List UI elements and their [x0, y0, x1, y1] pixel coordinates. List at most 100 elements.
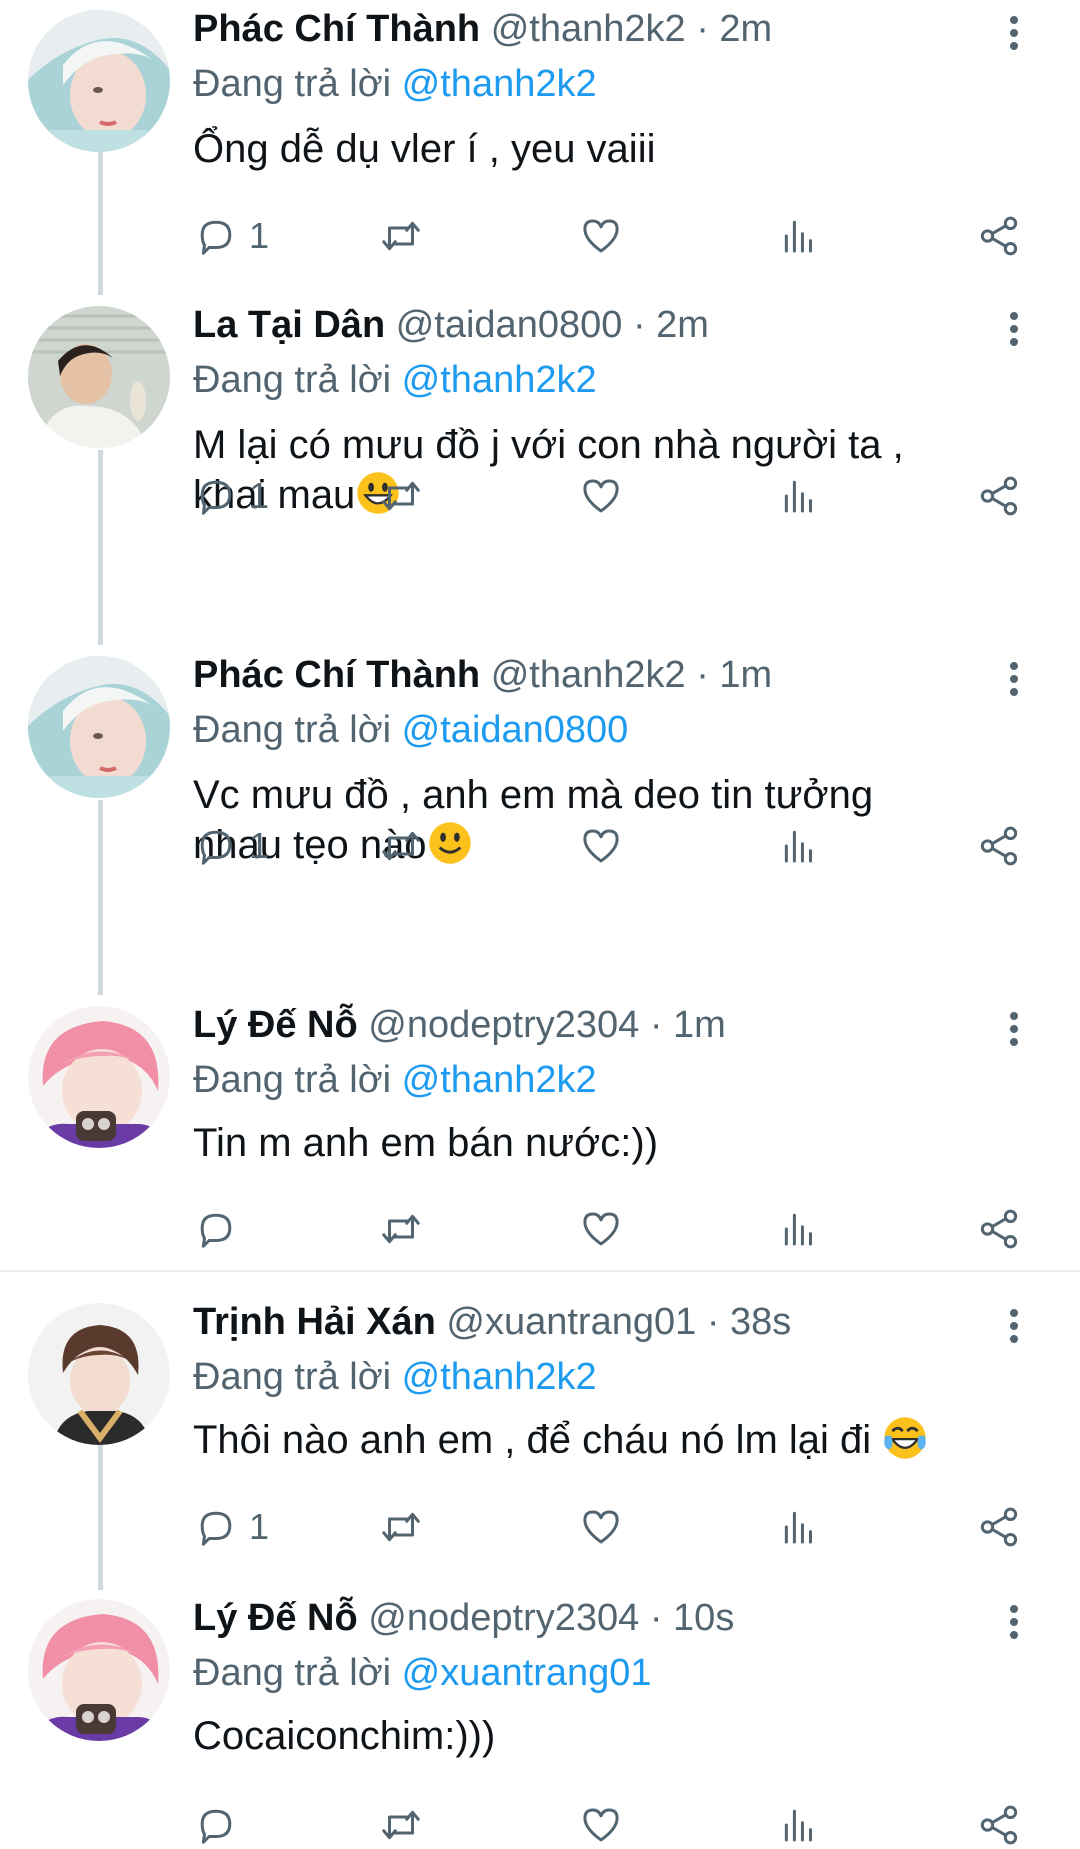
- reply-button[interactable]: 1: [193, 212, 269, 260]
- reply-mention[interactable]: @taidan0800: [402, 709, 629, 751]
- tweet-text-line: Cocaiconchim:))): [193, 1714, 496, 1758]
- timestamp[interactable]: 2m: [719, 8, 772, 50]
- timestamp[interactable]: 10s: [673, 1597, 734, 1639]
- author-name[interactable]: La Tại Dân: [193, 304, 385, 346]
- views-button[interactable]: [776, 212, 822, 260]
- author-name[interactable]: Trịnh Hải Xán: [193, 1301, 436, 1343]
- avatar[interactable]: [28, 306, 170, 448]
- reply-count: 1: [249, 825, 270, 866]
- author-handle[interactable]: @thanh2k2: [491, 654, 686, 696]
- separator-dot: ·: [696, 8, 709, 50]
- more-vertical-icon[interactable]: [1004, 1309, 1024, 1349]
- thread-line: [98, 1445, 103, 1590]
- avatar[interactable]: [28, 10, 170, 152]
- share-button[interactable]: [976, 212, 1022, 260]
- share-icon: [976, 213, 1022, 259]
- retweet-icon: [378, 823, 424, 869]
- reply-button[interactable]: 1: [193, 472, 269, 520]
- avatar-image: [28, 1599, 170, 1741]
- author-handle[interactable]: @xuantrang01: [446, 1301, 696, 1343]
- avatar[interactable]: [28, 1006, 170, 1148]
- author-handle[interactable]: @nodeptry2304: [368, 1597, 639, 1639]
- reply-count: 1: [249, 475, 270, 516]
- retweet-button[interactable]: [378, 212, 424, 260]
- reply-button[interactable]: [193, 1205, 249, 1253]
- separator-dot: ·: [632, 304, 646, 346]
- reply-icon: [193, 473, 239, 519]
- like-icon: [578, 213, 624, 259]
- views-button[interactable]: [776, 472, 822, 520]
- author-name[interactable]: Phác Chí Thành: [193, 8, 480, 50]
- thread-line: [98, 150, 103, 295]
- thread-line: [98, 800, 103, 995]
- like-button[interactable]: [578, 1503, 624, 1551]
- tweet-text-line: Vc mưu đồ , anh em mà deo tin tưởng: [193, 773, 874, 817]
- reply-button[interactable]: 1: [193, 1503, 269, 1551]
- reply-mention[interactable]: @thanh2k2: [402, 1059, 597, 1101]
- tweet-text: Ổng dễ dụ vler í , yeu vaiii: [193, 124, 1023, 174]
- views-icon: [776, 213, 822, 259]
- action-bar: 1: [193, 212, 1023, 260]
- author-handle[interactable]: @taidan0800: [396, 304, 623, 346]
- more-vertical-icon[interactable]: [1004, 662, 1024, 702]
- more-vertical-icon[interactable]: [1004, 1605, 1024, 1645]
- reply-mention[interactable]: @xuantrang01: [402, 1652, 652, 1694]
- author-name[interactable]: Lý Đế Nỗ: [193, 1597, 358, 1639]
- author-name[interactable]: Phác Chí Thành: [193, 654, 480, 696]
- reply-mention[interactable]: @thanh2k2: [402, 63, 597, 105]
- tweet-header: Phác Chí Thành @thanh2k2 · 2m: [193, 4, 772, 54]
- views-button[interactable]: [776, 1205, 822, 1253]
- author-handle[interactable]: @nodeptry2304: [368, 1004, 639, 1046]
- retweet-button[interactable]: [378, 1205, 424, 1253]
- views-icon: [776, 1504, 822, 1550]
- more-vertical-icon[interactable]: [1004, 312, 1024, 352]
- share-button[interactable]: [976, 1503, 1022, 1551]
- avatar[interactable]: [28, 656, 170, 798]
- avatar[interactable]: [28, 1303, 170, 1445]
- tweet-header: Lý Đế Nỗ @nodeptry2304 · 1m: [193, 1000, 726, 1050]
- views-button[interactable]: [776, 1503, 822, 1551]
- retweet-icon: [378, 213, 424, 259]
- reply-icon: [193, 1206, 239, 1252]
- like-button[interactable]: [578, 212, 624, 260]
- author-name[interactable]: Lý Đế Nỗ: [193, 1004, 358, 1046]
- retweet-button[interactable]: [378, 1503, 424, 1551]
- views-button[interactable]: [776, 822, 822, 870]
- reply-mention[interactable]: @thanh2k2: [402, 1356, 597, 1398]
- share-button[interactable]: [976, 822, 1022, 870]
- reply-mention[interactable]: @thanh2k2: [402, 359, 597, 401]
- replying-to: Đang trả lời @thanh2k2: [193, 356, 597, 404]
- tweet-header: Lý Đế Nỗ @nodeptry2304 · 10s: [193, 1593, 734, 1643]
- avatar-image: [28, 10, 170, 152]
- avatar-image: [28, 1006, 170, 1148]
- share-button[interactable]: [976, 1205, 1022, 1253]
- action-bar: 1: [193, 1503, 1023, 1551]
- tweet-text-line: Thôi nào anh em , để cháu nó lm lại đi: [193, 1418, 883, 1462]
- timestamp[interactable]: 1m: [673, 1004, 726, 1046]
- tweet-text: Thôi nào anh em , để cháu nó lm lại đi: [193, 1415, 1023, 1465]
- avatar-image: [28, 306, 170, 448]
- share-icon: [976, 823, 1022, 869]
- thread-line: [98, 450, 103, 645]
- tears-of-joy-emoji-icon: [884, 1417, 926, 1459]
- share-button[interactable]: [976, 472, 1022, 520]
- retweet-button[interactable]: [378, 472, 424, 520]
- like-button[interactable]: [578, 822, 624, 870]
- like-button[interactable]: [578, 472, 624, 520]
- like-icon: [578, 1206, 624, 1252]
- like-button[interactable]: [578, 1205, 624, 1253]
- reply-icon: [193, 1802, 239, 1848]
- tweet-text-line: Tin m anh em bán nước:)): [193, 1121, 659, 1165]
- avatar[interactable]: [28, 1599, 170, 1741]
- timestamp[interactable]: 2m: [656, 304, 709, 346]
- retweet-button[interactable]: [378, 822, 424, 870]
- reply-icon: [193, 823, 239, 869]
- replying-to: Đang trả lời @taidan0800: [193, 706, 628, 754]
- timestamp[interactable]: 1m: [719, 654, 772, 696]
- timestamp[interactable]: 38s: [730, 1301, 791, 1343]
- author-handle[interactable]: @thanh2k2: [491, 8, 686, 50]
- reply-button[interactable]: 1: [193, 822, 269, 870]
- more-vertical-icon[interactable]: [1004, 16, 1024, 56]
- more-vertical-icon[interactable]: [1004, 1012, 1024, 1052]
- views-icon: [776, 823, 822, 869]
